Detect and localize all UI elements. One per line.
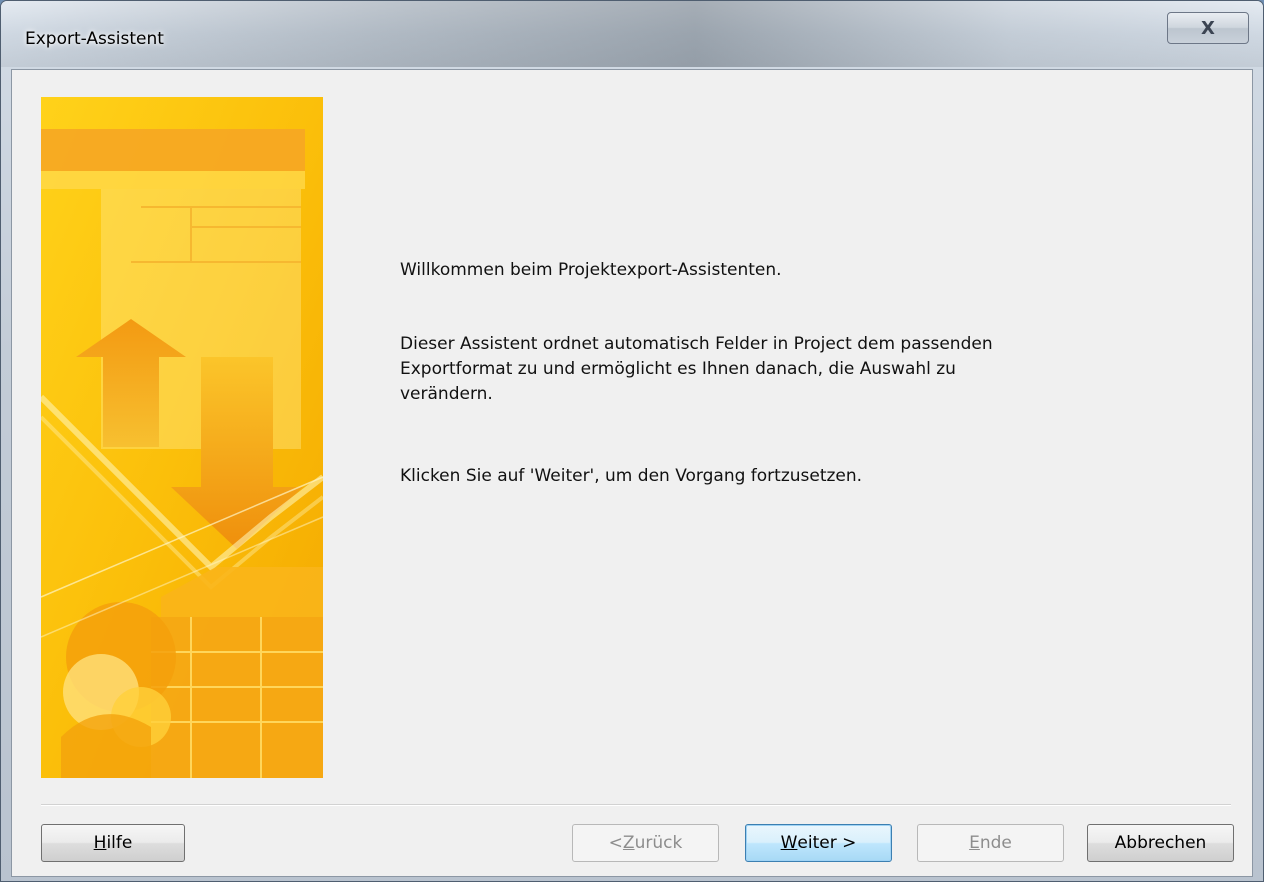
welcome-text: Willkommen beim Projektexport-Assistente… [400, 260, 782, 280]
export-wizard-window: Export-Assistent X Willkommen beim Proje… [0, 0, 1264, 882]
finish-button-suffix: nde [979, 833, 1012, 853]
next-button[interactable]: Weiter > [745, 824, 892, 862]
back-button-suffix: urück [634, 833, 683, 853]
next-button-accel: W [780, 833, 798, 853]
back-button-accel: Z [622, 833, 635, 853]
help-button[interactable]: Hilfe [41, 824, 185, 862]
footer-separator [41, 804, 1231, 806]
description-text: Dieser Assistent ordnet automatisch Feld… [400, 334, 993, 404]
window-title: Export-Assistent [25, 29, 164, 49]
finish-button-accel: E [969, 833, 980, 853]
help-button-suffix: ilfe [106, 833, 133, 853]
dialog-client-area: Willkommen beim Projektexport-Assistente… [11, 69, 1253, 877]
close-button[interactable]: X [1167, 12, 1249, 44]
cancel-button-label: Abbrechen [1114, 833, 1207, 853]
back-button-prefix: < [608, 833, 623, 853]
cancel-button[interactable]: Abbrechen [1087, 824, 1234, 862]
wizard-banner-image [41, 97, 323, 778]
close-icon: X [1201, 17, 1215, 39]
next-button-suffix: eiter > [797, 833, 857, 853]
help-button-accel: H [93, 833, 107, 853]
finish-button[interactable]: Ende [917, 824, 1064, 862]
title-bar[interactable]: Export-Assistent X [1, 1, 1263, 67]
back-button[interactable]: < Zurück [572, 824, 719, 862]
instruction-text: Klicken Sie auf 'Weiter', um den Vorgang… [400, 466, 863, 486]
